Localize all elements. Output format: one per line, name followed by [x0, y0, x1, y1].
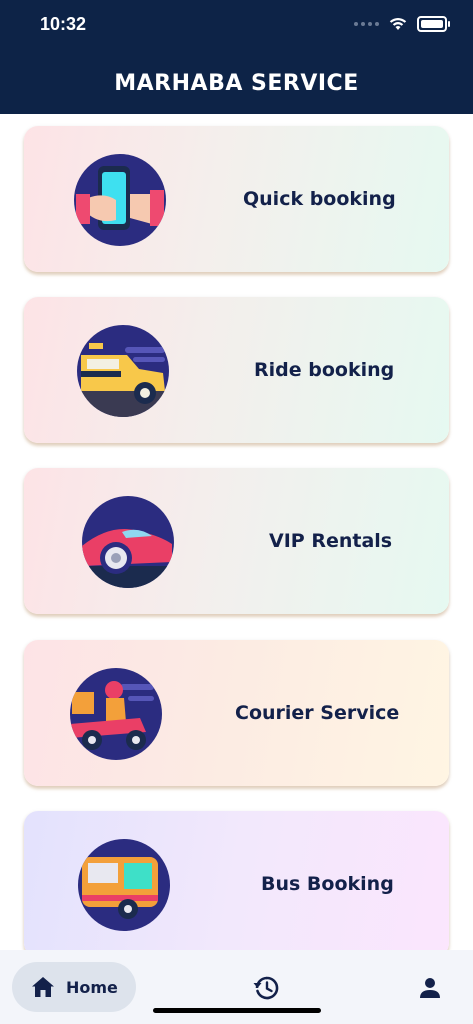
- home-icon: [32, 977, 54, 997]
- taxi-icon: [77, 325, 169, 417]
- nav-home-label: Home: [66, 977, 118, 997]
- service-label: Quick booking: [243, 188, 396, 210]
- user-icon[interactable]: [416, 974, 444, 1002]
- phone-hand-icon: [74, 154, 166, 246]
- service-card-vip-rentals[interactable]: VIP Rentals: [24, 468, 449, 614]
- service-label: Ride booking: [254, 359, 395, 381]
- battery-icon: [417, 16, 450, 32]
- status-icons: [354, 16, 450, 32]
- wifi-icon: [389, 18, 407, 30]
- status-bar: 10:32: [0, 0, 473, 52]
- service-card-courier-service[interactable]: Courier Service: [24, 640, 449, 786]
- service-card-quick-booking[interactable]: Quick booking: [24, 126, 449, 272]
- delivery-scooter-icon: [70, 668, 162, 760]
- nav-home-button[interactable]: Home: [12, 962, 136, 1012]
- service-label: Courier Service: [235, 702, 400, 724]
- home-indicator: [153, 1008, 321, 1013]
- cellular-signal-icon: [354, 22, 379, 26]
- service-card-bus-booking[interactable]: Bus Booking: [24, 811, 449, 950]
- service-list[interactable]: Quick booking Ride booking VIP Rentals C…: [0, 114, 473, 950]
- app-header: MARHABA SERVICE: [0, 52, 473, 114]
- bus-icon: [78, 839, 170, 931]
- page-title: MARHABA SERVICE: [114, 70, 359, 96]
- sports-car-icon: [82, 496, 174, 588]
- service-card-ride-booking[interactable]: Ride booking: [24, 297, 449, 443]
- service-label: Bus Booking: [261, 873, 394, 895]
- service-label: VIP Rentals: [269, 530, 393, 552]
- status-time: 10:32: [40, 14, 87, 34]
- history-icon[interactable]: [252, 974, 280, 1002]
